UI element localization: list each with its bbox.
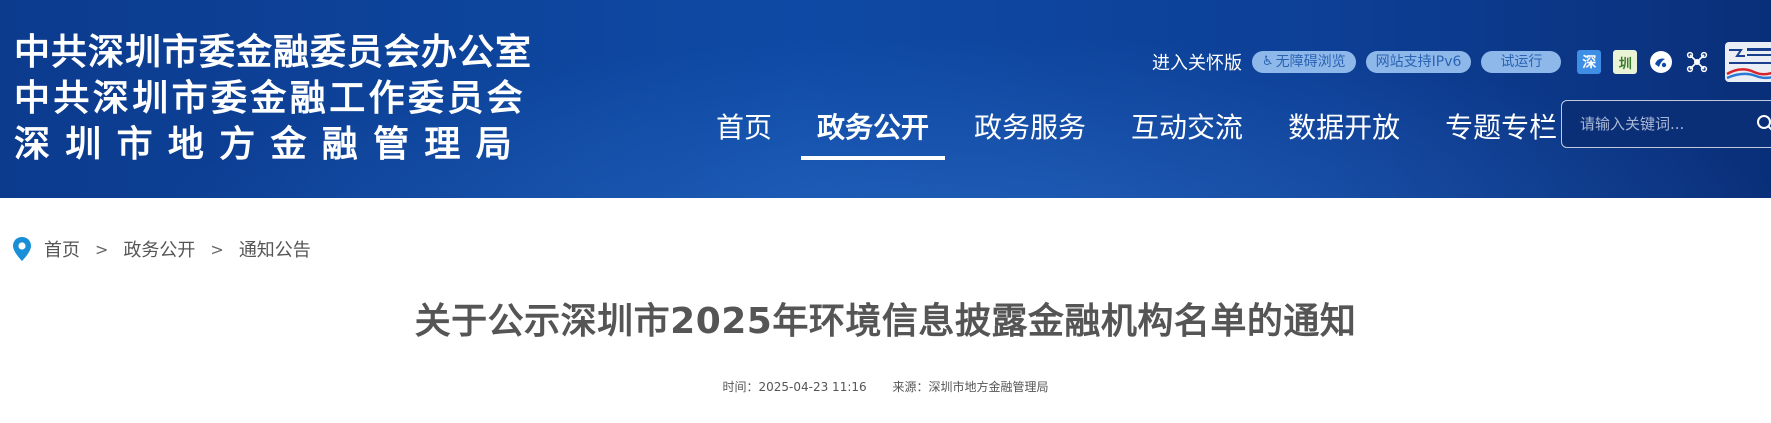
breadcrumb-separator: > xyxy=(95,239,109,259)
breadcrumb-notices[interactable]: 通知公告 xyxy=(239,236,311,262)
mini-program-icon-glyph: 圳 xyxy=(1618,56,1632,72)
nav-item-topics[interactable]: 专题专栏 xyxy=(1429,104,1573,152)
care-mode-link[interactable]: 进入关怀版 xyxy=(1152,49,1242,75)
mini-program-icon[interactable]: 圳 xyxy=(1613,50,1638,74)
article-meta: 时间：2025-04-23 11:16 来源：深圳市地方金融管理局 xyxy=(0,378,1771,395)
main-nav: 首页 政务公开 政务服务 互动交流 数据开放 专题专栏 xyxy=(700,104,1586,160)
breadcrumb-home[interactable]: 首页 xyxy=(44,236,80,262)
breadcrumb: 首页 > 政务公开 > 通知公告 xyxy=(12,234,311,264)
location-pin-icon xyxy=(12,236,32,262)
accessibility-label: 无障碍浏览 xyxy=(1275,54,1346,70)
nav-item-government-services[interactable]: 政务服务 xyxy=(958,104,1102,152)
trial-label: 试运行 xyxy=(1500,54,1543,70)
nav-item-open-data[interactable]: 数据开放 xyxy=(1272,104,1416,152)
article-time: 时间：2025-04-23 11:16 xyxy=(722,380,867,394)
breadcrumb-separator: > xyxy=(210,239,224,259)
breadcrumb-government-affairs[interactable]: 政务公开 xyxy=(123,236,195,262)
org-name-line-2: 中共深圳市委金融工作委员会 xyxy=(14,78,527,119)
nav-item-government-affairs[interactable]: 政务公开 xyxy=(801,104,946,160)
ipv6-badge[interactable]: 网站支持IPv6 xyxy=(1365,51,1472,73)
header-toolbar: 进入关怀版 ♿ 无障碍浏览 网站支持IPv6 试运行 深 圳 xyxy=(1152,42,1771,82)
shenzhen-app-icon-glyph: 深 xyxy=(1582,55,1597,71)
shenzhen-china-logo[interactable] xyxy=(1723,40,1771,84)
search-icon[interactable] xyxy=(1756,114,1771,134)
wheelchair-icon: ♿ xyxy=(1262,54,1274,69)
org-name-block[interactable]: 中共深圳市委金融委员会办公室 中共深圳市委金融工作委员会 深圳市地方金融管理局 xyxy=(14,30,532,168)
nav-item-home[interactable]: 首页 xyxy=(700,104,788,152)
share-network-icon[interactable] xyxy=(1685,50,1709,74)
search-input[interactable] xyxy=(1562,101,1742,147)
org-name-line-1: 中共深圳市委金融委员会办公室 xyxy=(14,32,533,73)
article-source: 来源：深圳市地方金融管理局 xyxy=(892,380,1049,394)
org-name-line-3: 深圳市地方金融管理局 xyxy=(14,124,527,165)
accessibility-button[interactable]: ♿ 无障碍浏览 xyxy=(1252,51,1356,73)
trial-badge[interactable]: 试运行 xyxy=(1481,51,1562,73)
weibo-icon[interactable] xyxy=(1649,50,1673,74)
article-title: 关于公示深圳市2025年环境信息披露金融机构名单的通知 xyxy=(414,301,1357,342)
search-box xyxy=(1561,100,1771,148)
site-header: 中共深圳市委金融委员会办公室 中共深圳市委金融工作委员会 深圳市地方金融管理局 … xyxy=(0,0,1771,198)
ipv6-label: 网站支持IPv6 xyxy=(1375,54,1462,70)
shenzhen-app-icon[interactable]: 深 xyxy=(1577,50,1602,74)
nav-item-interaction[interactable]: 互动交流 xyxy=(1115,104,1259,152)
